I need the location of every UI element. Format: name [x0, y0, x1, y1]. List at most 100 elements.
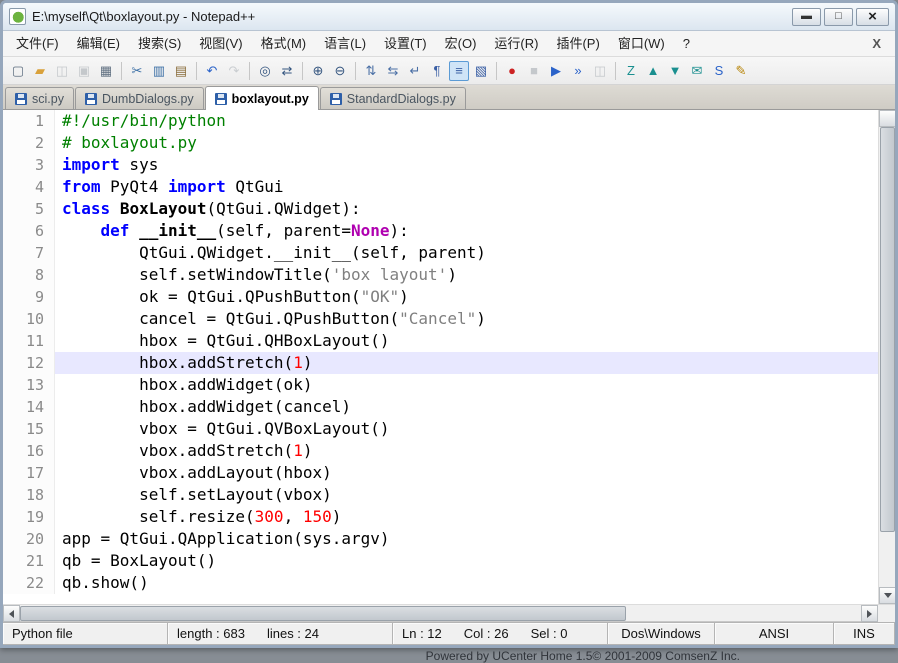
status-typing-mode[interactable]: INS	[833, 622, 895, 645]
scroll-right-button[interactable]	[861, 605, 878, 622]
code-line-13[interactable]: 13 hbox.addWidget(ok)	[3, 374, 878, 396]
tab-sci-py[interactable]: sci.py	[5, 87, 74, 109]
word-wrap-icon[interactable]: ↵	[405, 61, 425, 81]
scroll-up-button[interactable]	[879, 110, 896, 127]
horizontal-scroll-track[interactable]	[20, 605, 861, 621]
zoom-in-icon[interactable]: ⊕	[308, 61, 328, 81]
code-text: qb = BoxLayout()	[55, 550, 878, 572]
new-file-icon[interactable]: ▢	[8, 61, 28, 81]
vertical-scrollbar[interactable]	[878, 110, 895, 604]
code-text: cancel = QtGui.QPushButton("Cancel")	[55, 308, 878, 330]
code-line-19[interactable]: 19 self.resize(300, 150)	[3, 506, 878, 528]
triangle-down-icon[interactable]: ▼	[665, 61, 685, 81]
menu-item-edit[interactable]: 编辑(E)	[68, 31, 129, 56]
code-line-3[interactable]: 3import sys	[3, 154, 878, 176]
code-text: # boxlayout.py	[55, 132, 878, 154]
run-macro-multiple-icon[interactable]: »	[568, 61, 588, 81]
horizontal-scroll-thumb[interactable]	[20, 606, 626, 621]
triangle-up-icon[interactable]: ▲	[643, 61, 663, 81]
maximize-button[interactable]: □	[824, 8, 853, 26]
sync-vertical-icon[interactable]: ⇅	[361, 61, 381, 81]
scroll-down-button[interactable]	[879, 587, 896, 604]
cut-icon[interactable]: ✂	[127, 61, 147, 81]
code-line-7[interactable]: 7 QtGui.QWidget.__init__(self, parent)	[3, 242, 878, 264]
horizontal-scrollbar[interactable]	[3, 605, 878, 621]
save-all-icon[interactable]: ▣	[74, 61, 94, 81]
open-folder-icon[interactable]: ▰	[30, 61, 50, 81]
code-line-17[interactable]: 17 vbox.addLayout(hbox)	[3, 462, 878, 484]
code-line-9[interactable]: 9 ok = QtGui.QPushButton("OK")	[3, 286, 878, 308]
show-all-chars-icon[interactable]: ¶	[427, 61, 447, 81]
sync-horizontal-icon[interactable]: ⇆	[383, 61, 403, 81]
line-number: 22	[3, 572, 55, 594]
code-line-21[interactable]: 21qb = BoxLayout()	[3, 550, 878, 572]
status-encoding-label: ANSI	[759, 626, 789, 641]
close-button[interactable]: ×	[856, 8, 889, 26]
menu-item-file[interactable]: 文件(F)	[7, 31, 68, 56]
copy-icon[interactable]: ▥	[149, 61, 169, 81]
play-macro-icon[interactable]: ▶	[546, 61, 566, 81]
menu-item-search[interactable]: 搜索(S)	[129, 31, 190, 56]
save-macro-icon[interactable]: ◫	[590, 61, 610, 81]
menu-item-format[interactable]: 格式(M)	[252, 31, 316, 56]
code-line-1[interactable]: 1#!/usr/bin/python	[3, 110, 878, 132]
editor[interactable]: 1#!/usr/bin/python2# boxlayout.py3import…	[3, 110, 878, 604]
tab-boxlayout-py[interactable]: boxlayout.py	[205, 86, 319, 110]
print-icon[interactable]: ▦	[96, 61, 116, 81]
code-line-10[interactable]: 10 cancel = QtGui.QPushButton("Cancel")	[3, 308, 878, 330]
menu-item-plugins[interactable]: 插件(P)	[547, 31, 608, 56]
scroll-left-button[interactable]	[3, 605, 20, 622]
menu-item-view[interactable]: 视图(V)	[190, 31, 251, 56]
code-line-5[interactable]: 5class BoxLayout(QtGui.QWidget):	[3, 198, 878, 220]
code-line-11[interactable]: 11 hbox = QtGui.QHBoxLayout()	[3, 330, 878, 352]
file-icon	[215, 93, 227, 105]
menu-item-run[interactable]: 运行(R)	[485, 31, 547, 56]
pen-icon[interactable]: ✎	[731, 61, 751, 81]
undo-icon[interactable]: ↶	[202, 61, 222, 81]
tab-dumbdialogs-py[interactable]: DumbDialogs.py	[75, 87, 204, 109]
minimize-button[interactable]: ▬	[792, 8, 821, 26]
record-macro-icon[interactable]: ●	[502, 61, 522, 81]
toolbar-separator	[196, 62, 197, 80]
code-line-18[interactable]: 18 self.setLayout(vbox)	[3, 484, 878, 506]
code-line-16[interactable]: 16 vbox.addStretch(1)	[3, 440, 878, 462]
user-dialog-icon[interactable]: ▧	[471, 61, 491, 81]
code-line-20[interactable]: 20app = QtGui.QApplication(sys.argv)	[3, 528, 878, 550]
code-line-8[interactable]: 8 self.setWindowTitle('box layout')	[3, 264, 878, 286]
code-line-4[interactable]: 4from PyQt4 import QtGui	[3, 176, 878, 198]
code-text: hbox.addWidget(cancel)	[55, 396, 878, 418]
envelope-icon[interactable]: ✉	[687, 61, 707, 81]
menu-item-language[interactable]: 语言(L)	[315, 31, 375, 56]
status-doc-size: length : 683 lines : 24	[167, 622, 393, 645]
paste-icon[interactable]: ▤	[171, 61, 191, 81]
menu-item-settings[interactable]: 设置(T)	[375, 31, 436, 56]
vertical-scroll-track[interactable]	[879, 127, 895, 587]
code-line-15[interactable]: 15 vbox = QtGui.QVBoxLayout()	[3, 418, 878, 440]
tab-standarddialogs-py[interactable]: StandardDialogs.py	[320, 87, 466, 109]
code-line-2[interactable]: 2# boxlayout.py	[3, 132, 878, 154]
vertical-scroll-thumb[interactable]	[880, 127, 895, 532]
tab-label: StandardDialogs.py	[347, 92, 456, 106]
code-line-6[interactable]: 6 def __init__(self, parent=None):	[3, 220, 878, 242]
menu-item-window[interactable]: 窗口(W)	[609, 31, 674, 56]
menu-item-macro[interactable]: 宏(O)	[436, 31, 486, 56]
zoom-out-icon[interactable]: ⊖	[330, 61, 350, 81]
sort-z-icon[interactable]: Z	[621, 61, 641, 81]
save-icon[interactable]: ◫	[52, 61, 72, 81]
line-number: 19	[3, 506, 55, 528]
status-line-label: Ln : 12	[402, 626, 442, 641]
letter-s-icon[interactable]: S	[709, 61, 729, 81]
menu-close-button[interactable]: X	[862, 36, 891, 51]
replace-icon[interactable]: ⇄	[277, 61, 297, 81]
find-icon[interactable]: ◎	[255, 61, 275, 81]
indent-guide-icon[interactable]: ≡	[449, 61, 469, 81]
title-bar[interactable]: E:\myself\Qt\boxlayout.py - Notepad++ ▬□…	[3, 3, 895, 31]
line-number: 9	[3, 286, 55, 308]
code-line-22[interactable]: 22qb.show()	[3, 572, 878, 594]
window-controls: ▬□×	[792, 8, 889, 26]
code-line-12[interactable]: 12 hbox.addStretch(1)	[3, 352, 878, 374]
code-line-14[interactable]: 14 hbox.addWidget(cancel)	[3, 396, 878, 418]
stop-macro-icon[interactable]: ■	[524, 61, 544, 81]
redo-icon[interactable]: ↷	[224, 61, 244, 81]
menu-item-help[interactable]: ?	[674, 31, 699, 56]
